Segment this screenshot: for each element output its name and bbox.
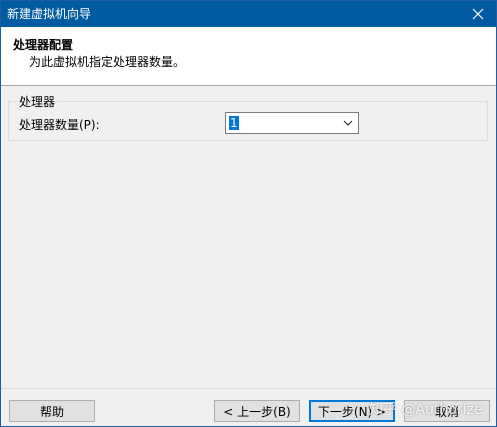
title-bar[interactable]: 新建虚拟机向导 [1, 1, 496, 27]
back-button[interactable]: < 上一步(B) [214, 400, 300, 422]
cancel-button[interactable]: 取消 [404, 400, 490, 422]
processor-count-value: 1 [229, 116, 239, 130]
help-button[interactable]: 帮助 [9, 400, 95, 422]
page-title: 处理器配置 [13, 38, 74, 52]
close-button[interactable] [460, 1, 496, 27]
page-subtitle: 为此虚拟机指定处理器数量。 [29, 55, 186, 69]
processor-count-label: 处理器数量(P): [19, 118, 100, 132]
window-title: 新建虚拟机向导 [7, 7, 92, 21]
chevron-down-icon [343, 120, 353, 126]
close-icon [472, 8, 484, 20]
dropdown-button[interactable] [340, 115, 356, 131]
footer-divider [1, 388, 496, 389]
processor-group-label: 处理器 [17, 93, 58, 110]
new-vm-wizard-window: 新建虚拟机向导 处理器配置 为此虚拟机指定处理器数量。 处理器 处理器数量(P)… [0, 0, 497, 427]
wizard-header: 处理器配置 为此虚拟机指定处理器数量。 [1, 27, 496, 86]
next-button[interactable]: 下一步(N) > [309, 400, 395, 422]
processor-count-select[interactable]: 1 [225, 112, 359, 134]
